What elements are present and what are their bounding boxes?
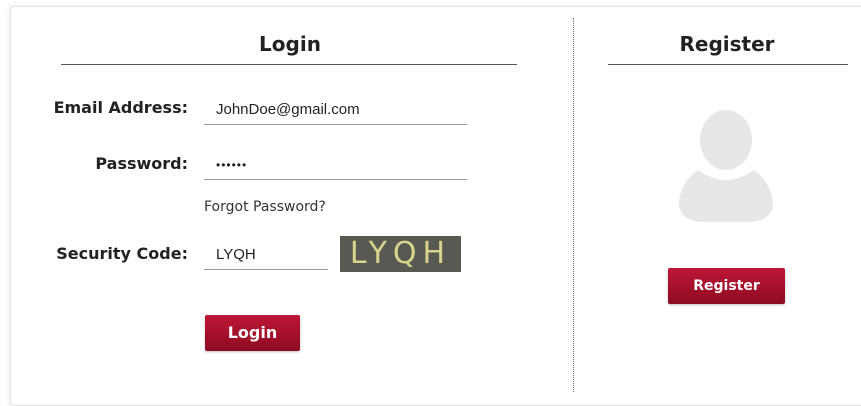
email-field[interactable]: JohnDoe@gmail.com — [204, 95, 467, 125]
security-code-label: Security Code: — [56, 244, 188, 263]
register-title-rule — [608, 64, 848, 65]
security-code-field[interactable]: LYQH — [204, 240, 328, 270]
email-label: Email Address: — [53, 98, 188, 117]
login-button[interactable]: Login — [205, 315, 300, 351]
login-title: Login — [259, 32, 321, 56]
captcha-image[interactable]: LYQH — [340, 236, 461, 272]
register-title: Register — [679, 32, 775, 56]
login-title-rule — [61, 64, 517, 65]
section-divider — [573, 18, 574, 392]
register-button[interactable]: Register — [668, 268, 785, 304]
password-label: Password: — [95, 154, 188, 173]
password-field[interactable]: •••••• — [204, 150, 467, 180]
forgot-password-link[interactable]: Forgot Password? — [204, 199, 326, 215]
user-silhouette-icon — [676, 104, 776, 222]
